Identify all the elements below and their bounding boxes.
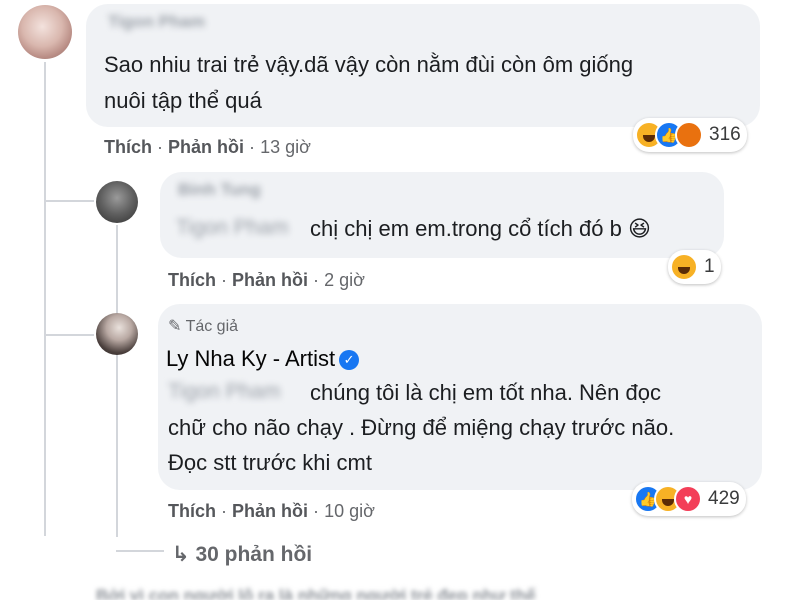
verified-badge-icon: ✓ [339,350,360,370]
comment-2-author[interactable]: Binh Tung [178,180,261,200]
separator: · [221,270,228,290]
comment-3-mention[interactable]: Tigon Pham [168,380,280,404]
separator: · [313,501,320,521]
comment-1-reactions[interactable]: 👍 316 [633,118,747,152]
comment-3-text-line-3: Đọc stt trước khi cmt [168,450,372,475]
thread-line-sub [116,225,118,537]
reply-arrow-icon: ↳ [172,543,190,566]
separator: · [313,270,320,290]
reply-button[interactable]: Phản hồi [168,137,244,157]
thread-line-more [116,550,164,552]
like-button[interactable]: Thích [168,270,216,290]
next-comment-preview: Bởi vì con người lộ ra là những người tr… [96,586,536,600]
comment-1-reaction-count: 316 [709,124,741,145]
comment-2-reaction-count: 1 [704,256,715,277]
comment-1-actions: Thích · Phản hồi · 13 giờ [104,137,311,158]
comment-3-reactions[interactable]: 👍 ♥ 429 [632,482,746,516]
love-icon: ♥ [674,485,702,513]
reply-button[interactable]: Phản hồi [232,270,308,290]
comment-2-text-body: chị chị em em.trong cổ tích đó b [310,216,622,241]
comment-1-time[interactable]: 13 giờ [260,137,311,157]
comment-bubble-3: ✎ Tác giả Ly Nha Ky - Artist ✓ Tigon Pham… [158,304,762,490]
comment-1-author[interactable]: Tigon Pham [108,12,205,32]
comment-2-actions: Thích · Phản hồi · 2 giờ [168,270,365,291]
like-button[interactable]: Thích [168,501,216,521]
reply-button[interactable]: Phản hồi [232,501,308,521]
avatar-commenter-2[interactable] [96,181,138,223]
avatar-commenter-1[interactable] [18,5,72,59]
comment-3-time[interactable]: 10 giờ [324,501,375,521]
comment-3-author[interactable]: Ly Nha Ky - Artist ✓ [166,346,360,372]
comment-2-reactions[interactable]: 1 [668,250,721,284]
comment-3-text-line-2: chữ cho não chạy . Đừng để miệng chạy tr… [168,415,675,440]
separator: · [249,137,256,157]
thread-line-branch-3 [44,334,94,336]
thread-line-main [44,62,46,536]
laughing-emoji-icon: 😆 [627,216,651,241]
pen-icon: ✎ [168,318,182,335]
thread-line-branch-1 [44,200,94,202]
author-badge-label: Tác giả [185,318,239,335]
comment-1-text-line-2: nuôi tập thể quá [104,88,262,113]
view-more-replies-link[interactable]: ↳ 30 phản hồi [172,542,312,567]
separator: · [221,501,228,521]
author-badge: ✎ Tác giả [168,316,238,336]
comment-3-text-line-1: chúng tôi là chị em tốt nha. Nên đọc [310,380,661,405]
comment-bubble-2: Binh Tung Tigon Pham chị chị em em.trong… [160,172,724,258]
comment-2-text: chị chị em em.trong cổ tích đó b 😆 [310,212,651,246]
comment-1-text-line-1: Sao nhiu trai trẻ vậy.dã vậy còn nằm đùi… [104,52,634,77]
comment-2-time[interactable]: 2 giờ [324,270,365,290]
angry-icon [675,121,703,149]
haha-icon [670,253,698,281]
comment-2-mention[interactable]: Tigon Pham [176,216,288,240]
comment-3-author-name: Ly Nha Ky - Artist [166,346,336,371]
comment-3-reaction-count: 429 [708,488,740,509]
separator: · [157,137,164,157]
comment-3-actions: Thích · Phản hồi · 10 giờ [168,501,375,522]
like-button[interactable]: Thích [104,137,152,157]
comment-bubble-1: Tigon Pham Sao nhiu trai trẻ vậy.dã vậy … [86,4,760,127]
avatar-author[interactable] [96,313,138,355]
more-replies-label: 30 phản hồi [195,543,313,566]
